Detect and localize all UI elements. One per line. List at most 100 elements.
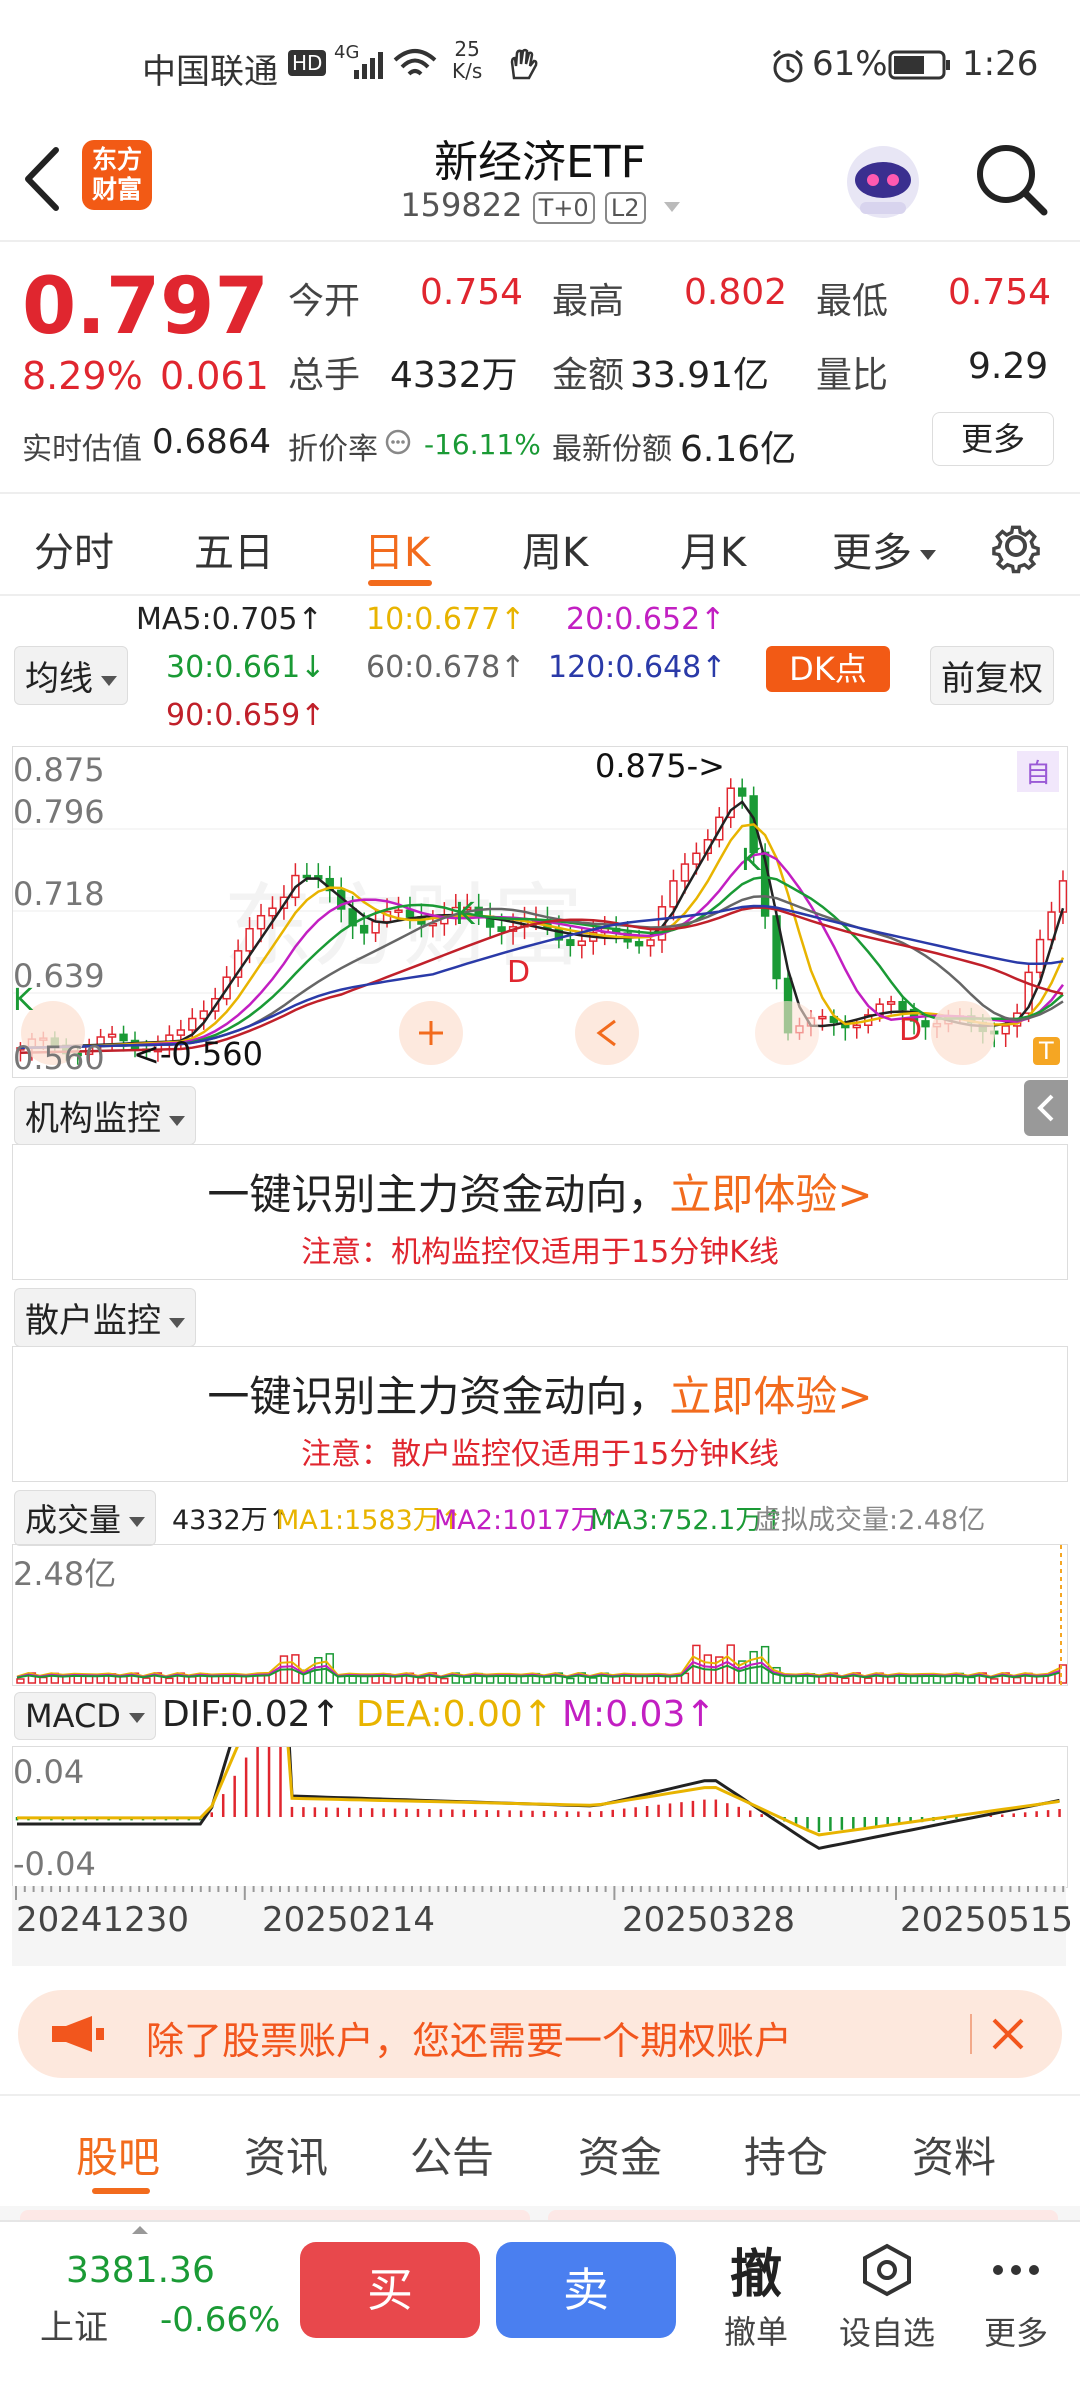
more-menu-button[interactable]: 更多: [976, 2242, 1056, 2354]
tab-fund-flow[interactable]: 资金: [578, 2124, 662, 2185]
close-icon[interactable]: [988, 2014, 1028, 2054]
candle-body: [886, 1001, 896, 1005]
tab-announcements[interactable]: 公告: [410, 2124, 494, 2185]
tab-intraday[interactable]: 分时: [34, 520, 114, 578]
inst-cta-link[interactable]: 立即体验>: [669, 1170, 872, 1219]
content-tab-indicator: [92, 2188, 150, 2194]
low-label: 最低: [816, 281, 889, 322]
add-watchlist-button[interactable]: 设自选: [832, 2242, 942, 2354]
candle-body: [371, 920, 380, 934]
withdraw-button[interactable]: 撤 撤单: [714, 2232, 798, 2353]
candle-body: [245, 927, 254, 952]
ma30-value: 30:0.661↓: [166, 650, 326, 685]
auto-label[interactable]: 自: [1017, 751, 1060, 792]
search-icon[interactable]: [974, 142, 1050, 218]
tab-holdings[interactable]: 持仓: [744, 2124, 828, 2185]
dif-line: [17, 1747, 1060, 1850]
banner-divider: [970, 2014, 972, 2054]
candle-body: [119, 1033, 128, 1042]
est-value: 0.6864: [152, 422, 271, 462]
date-label-0: 20241230: [16, 1900, 190, 1940]
macd-y-top: 0.04: [13, 1753, 85, 1791]
robot-assistant-icon[interactable]: [840, 136, 926, 222]
volume-bar: [440, 1677, 449, 1684]
volume-value: 4332万: [390, 355, 518, 396]
shares-value: 6.16亿: [680, 429, 797, 470]
change-percent: 8.29%: [22, 354, 143, 398]
banner-text: 除了股票账户，您还需要一个期权账户: [146, 2019, 793, 2063]
volume-bar: [566, 1677, 575, 1684]
inst-monitor-promo[interactable]: 一键识别主力资金动向，立即体验> 注意：机构监控仅适用于15分钟K线: [12, 1144, 1068, 1280]
adjust-button[interactable]: 前复权: [930, 646, 1054, 705]
more-menu-label: 更多: [983, 2314, 1048, 2352]
tab-monthly-k[interactable]: 月K: [680, 520, 746, 578]
gear-icon[interactable]: [988, 518, 1044, 574]
volume-current: 4332万↑: [172, 1505, 291, 1536]
macd-dropdown[interactable]: MACD: [14, 1692, 156, 1740]
header: 东方 财富 新经济ETF 159822 T+0 L2: [0, 118, 1080, 246]
retail-monitor-dropdown[interactable]: 散户监控: [14, 1288, 196, 1347]
retail-note: 注意：散户监控仅适用于15分钟K线: [301, 1437, 779, 1472]
candle-body: [738, 787, 747, 797]
buy-button[interactable]: 买: [300, 2242, 480, 2338]
more-dots-icon: [993, 2265, 1039, 2275]
volume-ma2-line: [16, 1660, 1060, 1679]
volume-label: 总手: [288, 355, 361, 396]
volume-bar: [417, 1677, 426, 1684]
low-marker: <-0.560: [133, 1035, 263, 1073]
candle-body: [566, 939, 575, 947]
candle-body: [577, 940, 586, 947]
volume-dropdown[interactable]: 成交量: [14, 1490, 157, 1546]
active-tab-indicator: [368, 580, 432, 586]
dk-point-button[interactable]: DK点: [766, 646, 890, 692]
k-mark-1: K: [13, 983, 33, 1018]
sell-button[interactable]: 卖: [496, 2242, 676, 2338]
candle-body: [852, 1024, 861, 1029]
info-icon[interactable]: [384, 428, 412, 456]
volume-bar: [142, 1677, 151, 1684]
volume-bar: [1012, 1676, 1022, 1684]
ma90-value: 90:0.659↑: [166, 698, 326, 733]
tab-daily-k[interactable]: 日K: [364, 520, 430, 578]
hd-badge: HD: [288, 50, 327, 76]
content-tabs: 股吧 资讯 公告 资金 持仓 资料: [0, 2096, 1080, 2206]
ma-dropdown[interactable]: 均线: [14, 646, 128, 705]
volume-chart[interactable]: 2.48亿: [12, 1544, 1068, 1686]
macd-chart[interactable]: 0.04 -0.04: [12, 1746, 1068, 1888]
quote-panel: 0.797 8.29% 0.061 今开 0.754 最高 0.802 最低 0…: [0, 242, 1080, 492]
carrier-label: 中国联通: [142, 52, 278, 92]
collapse-panel-button[interactable]: [1024, 1080, 1068, 1136]
macd-y-bottom: -0.04: [13, 1845, 96, 1883]
volume-ratio-label: 量比: [816, 355, 889, 396]
date-label-3: 20250515: [900, 1900, 1074, 1940]
tab-profile[interactable]: 资料: [912, 2124, 996, 2185]
status-bar: 中国联通 HD 4G 25 K/s 61% 1:26: [0, 0, 1080, 128]
open-value: 0.754: [420, 272, 524, 313]
megaphone-icon: [52, 2016, 104, 2052]
clock: 1:26: [962, 44, 1039, 84]
tab-guba[interactable]: 股吧: [76, 2124, 160, 2185]
more-button[interactable]: 更多: [932, 412, 1054, 466]
inst-monitor-dropdown[interactable]: 机构监控: [14, 1086, 196, 1145]
virtual-volume: 虚拟成交量:2.48亿: [754, 1505, 986, 1536]
options-account-banner[interactable]: 除了股票账户，您还需要一个期权账户: [18, 1990, 1062, 2078]
last-price: 0.797: [22, 262, 269, 352]
retail-monitor-promo[interactable]: 一键识别主力资金动向，立即体验> 注意：散户监控仅适用于15分钟K线: [12, 1346, 1068, 1482]
tab-five-day[interactable]: 五日: [194, 520, 274, 578]
change-amount: 0.061: [160, 354, 269, 398]
code-dropdown-icon[interactable]: [663, 202, 680, 212]
volume-bar: [165, 1677, 174, 1684]
macd-m: M:0.03↑: [562, 1694, 716, 1735]
index-expand-icon[interactable]: [128, 2222, 152, 2236]
tab-news[interactable]: 资讯: [244, 2124, 328, 2185]
kline-chart[interactable]: 东方财富 0.875 0.796 0.718 0.639 0.560 0.875…: [12, 746, 1068, 1078]
tab-more[interactable]: 更多: [832, 520, 936, 578]
index-change: -0.66%: [160, 2300, 281, 2340]
retail-cta-link[interactable]: 立即体验>: [669, 1372, 872, 1421]
fund-code: 159822: [400, 186, 523, 224]
ma120-value: 120:0.648↑: [548, 650, 727, 685]
volume-bar: [818, 1676, 827, 1684]
y-label-4: 0.560: [13, 1039, 105, 1077]
tab-weekly-k[interactable]: 周K: [522, 520, 588, 578]
index-value[interactable]: 3381.36: [66, 2250, 215, 2291]
